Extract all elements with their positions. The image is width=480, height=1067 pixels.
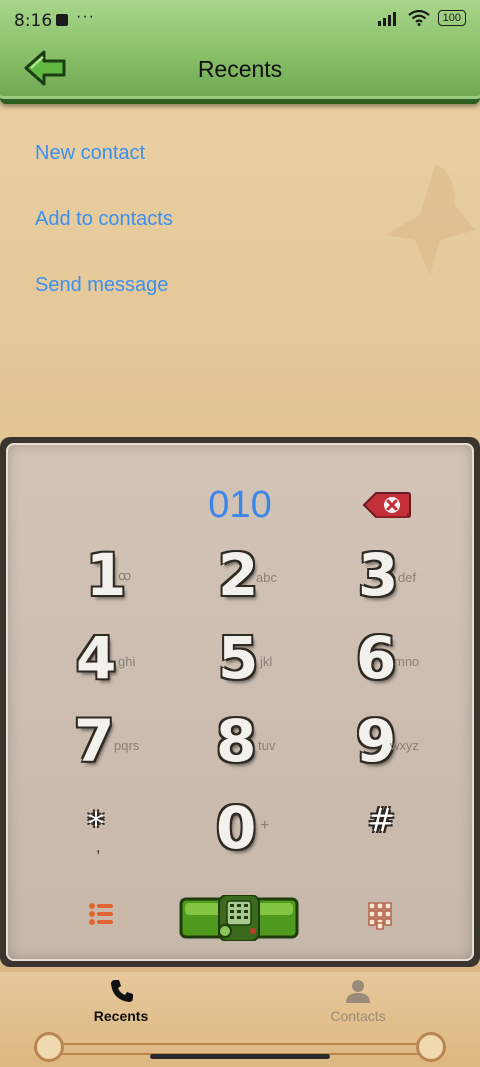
key-digit: 4: [76, 624, 117, 692]
key-3[interactable]: 3 def: [340, 542, 480, 612]
background-decoration: [385, 165, 475, 275]
key-letters: tuv: [258, 738, 276, 753]
backspace-icon[interactable]: [362, 491, 412, 519]
status-time: 8:16: [14, 11, 53, 31]
nav-tab-recents[interactable]: Recents: [86, 1008, 156, 1024]
key-2[interactable]: 2 abc: [200, 542, 350, 612]
battery-icon: 100: [437, 10, 466, 26]
decorative-knob-left: [34, 1032, 64, 1062]
page-title: Recents: [197, 56, 283, 82]
key-letters: abc: [256, 570, 277, 585]
signal-icon: [377, 12, 396, 26]
key-digit: 0: [216, 794, 257, 862]
key-4[interactable]: 4 ghi: [62, 625, 212, 695]
home-indicator[interactable]: [150, 1054, 330, 1059]
key-digit: 5: [218, 624, 259, 692]
wifi-icon: [407, 10, 430, 26]
key-digit: 2: [218, 541, 259, 609]
contact-person-icon[interactable]: [345, 978, 371, 1004]
menu-list-icon[interactable]: [88, 902, 114, 926]
decorative-knob-right: [416, 1032, 446, 1062]
key-hash[interactable]: #: [340, 795, 480, 865]
key-letters: jkl: [260, 654, 273, 669]
call-button[interactable]: [179, 895, 299, 941]
key-letters: ,: [96, 839, 101, 856]
key-letters: ꝏ: [118, 568, 132, 583]
key-7[interactable]: 7 pqrs: [62, 708, 212, 778]
key-5[interactable]: 5 jkl: [200, 625, 350, 695]
key-8[interactable]: 8 tuv: [200, 708, 350, 778]
hash-icon: #: [368, 801, 395, 839]
key-letters: wxyz: [390, 738, 419, 753]
asterisk-icon: *: [88, 805, 104, 843]
new-contact-link[interactable]: New contact: [35, 142, 145, 165]
key-0[interactable]: 0 +: [200, 795, 350, 865]
key-letters: def: [398, 570, 417, 585]
key-letters: +: [260, 817, 270, 834]
nav-tab-contacts[interactable]: Contacts: [318, 1008, 398, 1024]
dialpad-grid-icon[interactable]: [368, 902, 392, 930]
add-to-contacts-link[interactable]: Add to contacts: [35, 208, 173, 231]
key-digit: 6: [356, 624, 397, 692]
key-digit: 7: [74, 707, 115, 775]
key-letters: mno: [394, 654, 420, 669]
key-letters: pqrs: [114, 738, 140, 753]
status-icons: 100: [377, 10, 466, 26]
more-notifications-icon: ···: [76, 8, 95, 25]
key-digit: 3: [358, 541, 399, 609]
key-letters: ghi: [118, 654, 136, 669]
key-6[interactable]: 6 mno: [340, 625, 480, 695]
key-9[interactable]: 9 wxyz: [340, 708, 480, 778]
key-star[interactable]: * ,: [62, 795, 212, 865]
phone-icon[interactable]: [109, 978, 135, 1004]
status-bar: 8:16 ··· 100: [0, 0, 480, 40]
notification-icon: [56, 14, 68, 26]
key-1[interactable]: 1 ꝏ: [62, 542, 212, 612]
key-digit: 8: [216, 707, 257, 775]
send-message-link[interactable]: Send message: [35, 274, 168, 297]
